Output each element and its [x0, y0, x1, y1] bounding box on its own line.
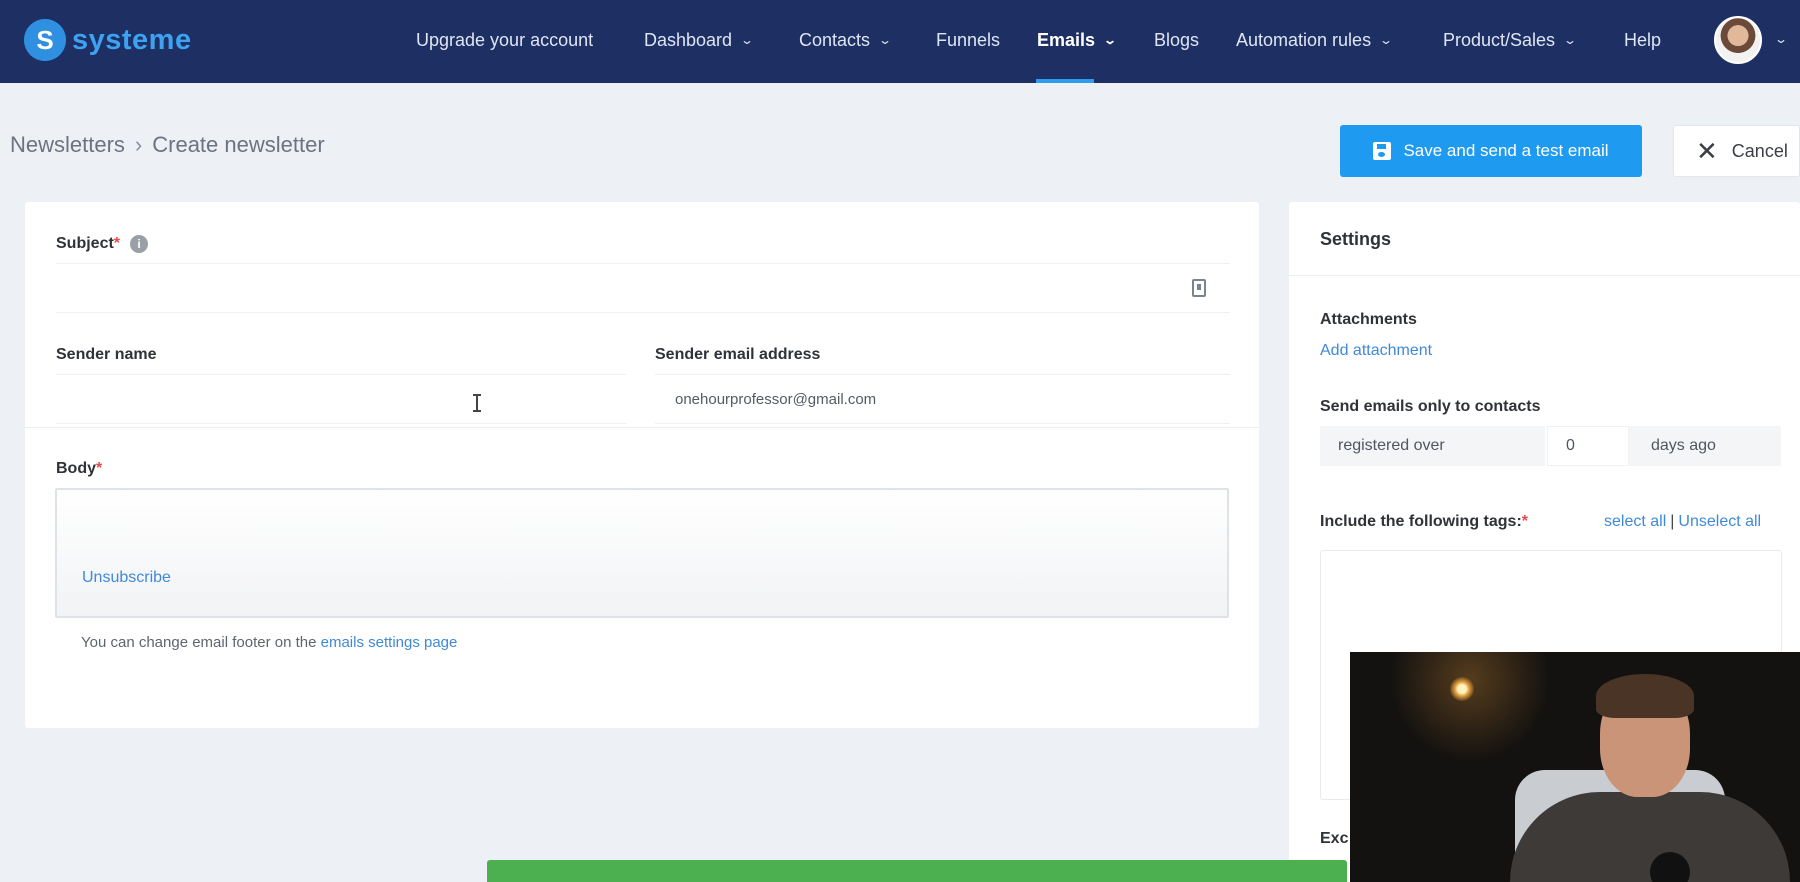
add-attachment-link[interactable]: Add attachment: [1320, 342, 1432, 360]
nav-contacts[interactable]: Contacts ⌄: [799, 30, 893, 51]
tags-select-controls: select all | Unselect all: [1604, 513, 1762, 530]
sender-name-input[interactable]: [56, 374, 626, 424]
chevron-down-icon: ⌄: [1103, 33, 1118, 47]
nav-automation-rules[interactable]: Automation rules ⌄: [1236, 30, 1394, 51]
top-navbar: S systeme Upgrade your account Dashboard…: [0, 0, 1800, 83]
brand-logo[interactable]: S systeme: [24, 18, 192, 62]
user-avatar[interactable]: [1714, 16, 1762, 64]
subject-input[interactable]: [56, 263, 1230, 313]
chevron-down-icon[interactable]: ⌄: [1774, 32, 1788, 46]
breadcrumb: Newsletters › Create newsletter: [10, 132, 325, 158]
exclude-tags-label: Exc: [1320, 830, 1349, 847]
days-input[interactable]: 0: [1547, 426, 1629, 466]
emails-settings-link[interactable]: emails settings page: [321, 634, 458, 651]
nav-funnels[interactable]: Funnels: [936, 30, 1000, 51]
unsubscribe-link[interactable]: Unsubscribe: [82, 569, 171, 587]
send-only-label: Send emails only to contacts: [1320, 398, 1541, 415]
required-mark: *: [96, 460, 103, 477]
sender-email-label: Sender email address: [655, 346, 821, 363]
nav-upgrade-account[interactable]: Upgrade your account: [416, 30, 593, 51]
nav-emails[interactable]: Emails ⌄: [1037, 30, 1118, 51]
sender-email-input[interactable]: onehourprofessor@gmail.com: [655, 374, 1230, 424]
body-editor[interactable]: [55, 488, 1229, 618]
notification-bar: [487, 860, 1347, 882]
lamp-glow: [1390, 652, 1550, 762]
text-cursor: [473, 394, 484, 412]
clipboard-icon[interactable]: [1192, 279, 1206, 297]
sender-email-value: onehourprofessor@gmail.com: [675, 390, 877, 408]
registered-select[interactable]: registered over: [1320, 426, 1545, 466]
chevron-down-icon: ⌄: [878, 33, 893, 47]
required-mark: *: [1521, 513, 1529, 530]
required-mark: *: [113, 235, 121, 253]
breadcrumb-separator: ›: [134, 132, 143, 157]
subject-label: Subject* i: [56, 235, 149, 253]
active-tab-indicator: [1036, 79, 1094, 83]
chevron-down-icon: ⌄: [1563, 33, 1578, 47]
chevron-down-icon: ⌄: [740, 33, 755, 47]
systeme-logo-icon: S: [24, 19, 66, 61]
presenter-hair: [1596, 674, 1694, 718]
tags-label: Include the following tags:*: [1320, 513, 1529, 530]
body-label: Body*: [56, 460, 103, 477]
webcam-overlay: [1350, 652, 1800, 882]
settings-title: Settings: [1320, 229, 1392, 249]
nav-product-sales[interactable]: Product/Sales ⌄: [1443, 30, 1578, 51]
brand-name: systeme: [72, 23, 192, 56]
unselect-all-link[interactable]: Unselect all: [1678, 513, 1761, 530]
save-and-send-test-button[interactable]: Save and send a test email: [1340, 125, 1642, 177]
footer-note: You can change email footer on the email…: [81, 634, 458, 651]
section-divider: [25, 427, 1259, 428]
nav-blogs[interactable]: Blogs: [1154, 30, 1199, 51]
days-ago-suffix: days ago: [1629, 426, 1781, 466]
cancel-button[interactable]: ✕ Cancel: [1673, 125, 1800, 177]
lamp-bulb: [1450, 677, 1474, 701]
breadcrumb-current: Create newsletter: [152, 132, 325, 157]
attachments-label: Attachments: [1320, 311, 1417, 328]
floppy-disk-icon: [1373, 142, 1392, 160]
chevron-down-icon: ⌄: [1379, 33, 1394, 47]
close-icon: ✕: [1696, 136, 1718, 166]
cancel-label: Cancel: [1731, 140, 1788, 161]
nav-dashboard[interactable]: Dashboard ⌄: [644, 30, 755, 51]
nav-help[interactable]: Help: [1624, 30, 1661, 51]
info-icon[interactable]: i: [130, 235, 149, 253]
sender-name-label: Sender name: [56, 346, 157, 363]
select-all-link[interactable]: select all: [1604, 513, 1666, 530]
breadcrumb-newsletters[interactable]: Newsletters: [10, 132, 125, 157]
save-and-send-test-label: Save and send a test email: [1403, 141, 1609, 160]
